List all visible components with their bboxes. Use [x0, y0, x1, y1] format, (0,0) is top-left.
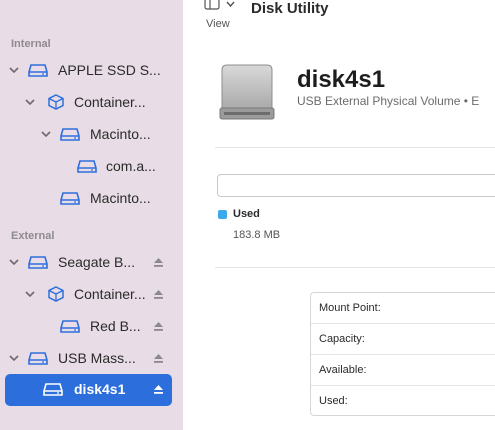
chevron-down-icon [226, 1, 235, 8]
sidebar-item-label: com.a... [106, 158, 156, 174]
chevron-down-icon[interactable] [8, 64, 20, 76]
sidebar-item-label: APPLE SSD S... [58, 62, 161, 78]
eject-icon[interactable] [153, 257, 164, 268]
sidebar-item-label: Red B... [90, 318, 141, 334]
sidebar-item-label: Macinto... [90, 126, 151, 142]
volume-description: USB External Physical Volume • E [297, 94, 480, 108]
sidebar-item-seagate[interactable]: Seagate B... [5, 247, 172, 279]
sidebar-item-label: Container... [74, 94, 146, 110]
sidebar-section-external: External [11, 230, 55, 242]
eject-icon[interactable] [153, 384, 164, 395]
sidebar-item-label: Container... [74, 286, 146, 302]
chevron-down-icon[interactable] [24, 288, 36, 300]
sidebar-item-com-apple[interactable]: com.a... [5, 151, 172, 183]
sidebar-item-disk4s1[interactable]: disk4s1 [5, 374, 172, 406]
divider [215, 147, 495, 148]
info-row-capacity: Capacity: [311, 324, 495, 355]
info-key: Available: [319, 364, 367, 376]
view-button[interactable] [204, 0, 238, 14]
used-label: Used [233, 208, 260, 220]
used-color-swatch [218, 210, 227, 219]
external-disk-icon [28, 352, 48, 365]
sidebar-item-usb-mass[interactable]: USB Mass... [5, 343, 172, 375]
eject-icon[interactable] [153, 353, 164, 364]
volume-disk-icon [219, 64, 275, 120]
external-disk-icon [28, 256, 48, 269]
sidebar: Internal APPLE SSD S... Container... Mac… [0, 0, 183, 430]
sidebar-item-label: Seagate B... [58, 254, 136, 270]
container-icon [48, 286, 64, 302]
info-row-used: Used: [311, 386, 495, 417]
info-key: Mount Point: [319, 302, 381, 314]
container-icon [48, 94, 64, 110]
chevron-down-icon[interactable] [8, 256, 20, 268]
info-row-mount-point: Mount Point: [311, 293, 495, 324]
volume-icon [60, 192, 80, 205]
usage-bar [217, 174, 495, 197]
sidebar-item-container[interactable]: Container... [5, 87, 172, 119]
used-value: 183.8 MB [233, 229, 281, 241]
app-title: Disk Utility [251, 0, 329, 17]
view-label: View [206, 18, 230, 30]
chevron-down-icon[interactable] [24, 96, 36, 108]
info-key: Used: [319, 395, 348, 407]
volume-name: disk4s1 [297, 66, 386, 93]
sidebar-section-internal: Internal [11, 38, 51, 50]
sidebar-item-macintosh-data[interactable]: Macinto... [5, 183, 172, 215]
chevron-down-icon[interactable] [8, 352, 20, 364]
sidebar-item-label: disk4s1 [74, 381, 126, 397]
eject-icon[interactable] [153, 321, 164, 332]
sidebar-item-label: USB Mass... [58, 350, 136, 366]
info-key: Capacity: [319, 333, 365, 345]
volume-icon [77, 160, 97, 173]
volume-icon [43, 383, 63, 396]
info-table: Mount Point: Capacity: Available: Used: [310, 292, 495, 416]
sidebar-item-apple-ssd[interactable]: APPLE SSD S... [5, 55, 172, 87]
divider [215, 267, 495, 268]
sidebar-item-container-external[interactable]: Container... [5, 279, 172, 311]
internal-disk-icon [28, 64, 48, 77]
sidebar-toggle-icon [204, 0, 220, 10]
eject-icon[interactable] [153, 289, 164, 300]
sidebar-item-label: Macinto... [90, 190, 151, 206]
chevron-down-icon[interactable] [40, 128, 52, 140]
info-row-available: Available: [311, 355, 495, 386]
volume-icon [60, 128, 80, 141]
sidebar-item-red-b[interactable]: Red B... [5, 311, 172, 343]
volume-icon [60, 320, 80, 333]
toolbar: View Disk Utility [183, 0, 495, 36]
sidebar-item-macintosh-hd[interactable]: Macinto... [5, 119, 172, 151]
